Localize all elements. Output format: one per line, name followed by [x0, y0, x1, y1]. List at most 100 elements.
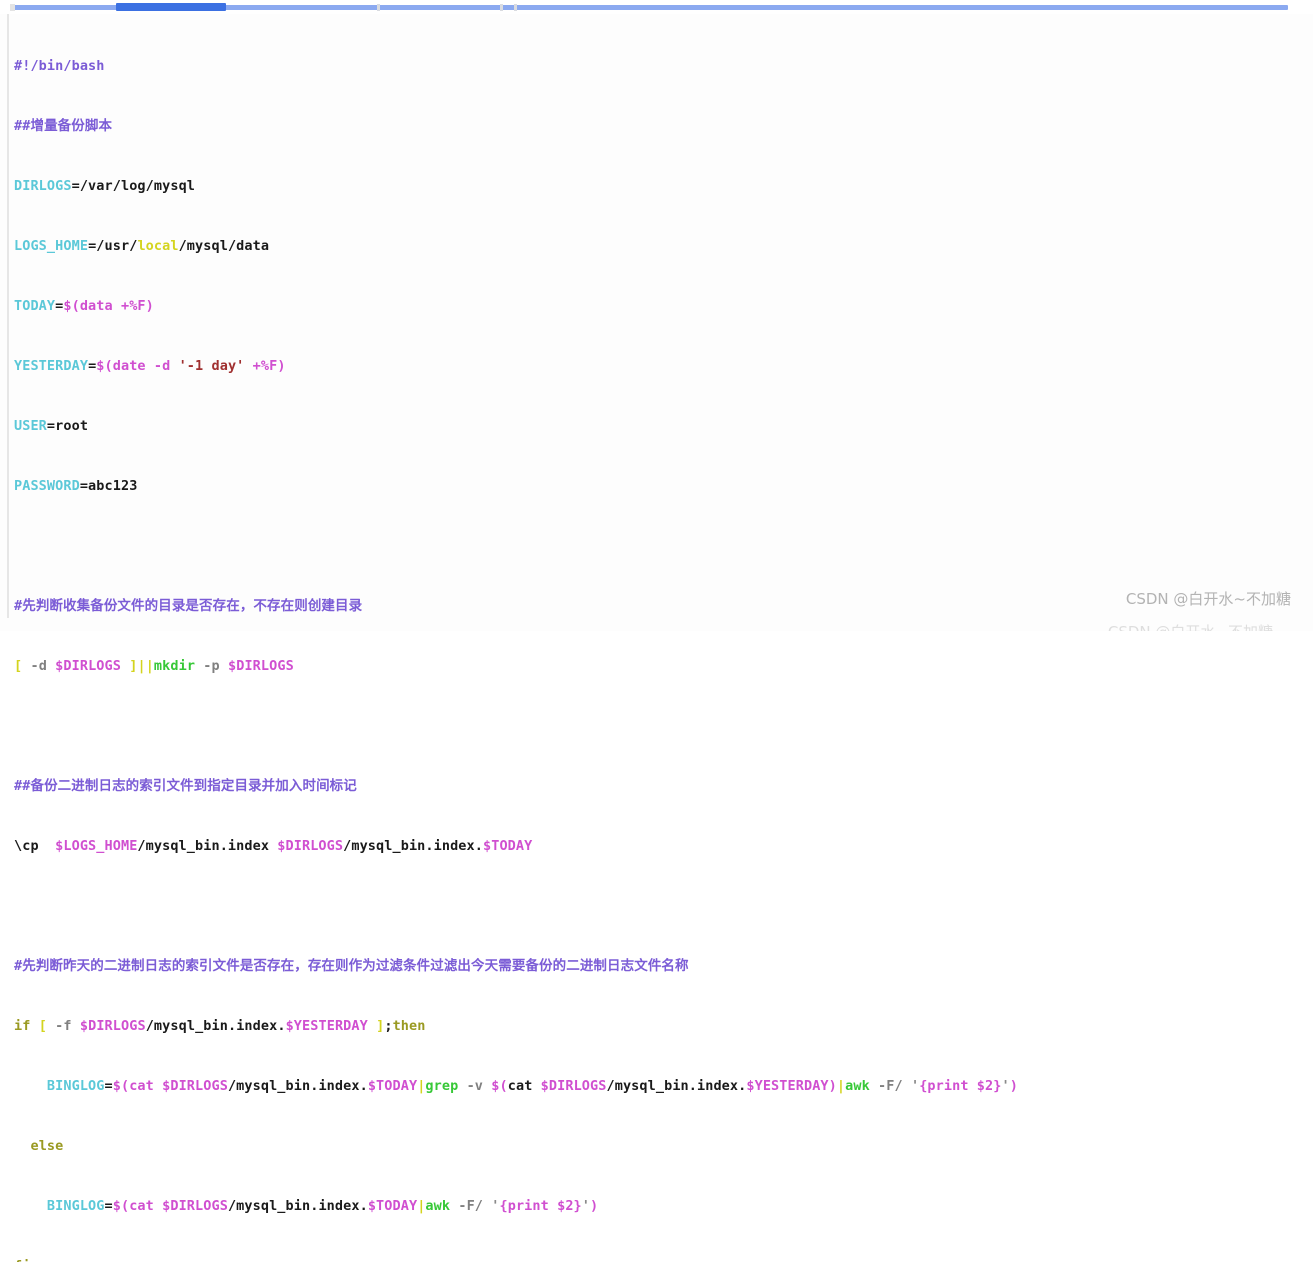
- gutter-divider: [7, 14, 9, 618]
- code-token-comment: #!/bin/bash: [14, 58, 105, 74]
- code-token-expansion: $DIRLOGS: [277, 838, 343, 854]
- code-token-variable: BINGLOG: [47, 1198, 105, 1214]
- code-token-plain: [14, 1078, 47, 1094]
- code-token-flag: -p: [203, 658, 219, 674]
- code-token-highlight: local: [137, 238, 178, 254]
- code-token-plain: /mysql_bin.index.: [146, 1018, 286, 1034]
- scrollbar-tick-mark: [377, 4, 380, 11]
- bash-script-code[interactable]: #!/bin/bash ##增量备份脚本 DIRLOGS=/var/log/my…: [14, 16, 1018, 1262]
- code-token-plain: [903, 1078, 911, 1094]
- code-token-plain: [450, 1198, 458, 1214]
- code-token-plain: [368, 1018, 376, 1034]
- code-token-command: grep: [425, 1078, 458, 1094]
- code-token-expansion: $TODAY: [368, 1078, 417, 1094]
- scrollbar-track-left-cap: [10, 4, 15, 11]
- code-token-expansion: $DIRLOGS: [80, 1018, 146, 1034]
- code-token-quote: ': [1001, 1078, 1009, 1094]
- code-token-pipe: |: [417, 1078, 425, 1094]
- code-token-command: mkdir: [154, 658, 195, 674]
- code-token-plain: [483, 1198, 491, 1214]
- code-token-plain: [121, 658, 129, 674]
- code-token-keyword: fi: [14, 1258, 30, 1262]
- code-line: YESTERDAY=$(date -d '-1 day' +%F): [14, 356, 1018, 376]
- code-token-plain: ;: [384, 1018, 392, 1034]
- code-token-plain: /mysql_bin.index: [137, 838, 277, 854]
- code-line: BINGLOG=$(cat $DIRLOGS/mysql_bin.index.$…: [14, 1076, 1018, 1096]
- code-token-flag: -F/: [878, 1078, 903, 1094]
- code-token-variable: LOGS_HOME: [14, 238, 88, 254]
- code-token-expansion: $(date -d: [96, 358, 178, 374]
- code-token-comment: #: [14, 598, 22, 614]
- code-token-variable: YESTERDAY: [14, 358, 88, 374]
- code-token-flag: -d: [30, 658, 46, 674]
- code-token-pipe: |: [837, 1078, 845, 1094]
- code-token-plain: =: [105, 1198, 113, 1214]
- code-token-variable: TODAY: [14, 298, 55, 314]
- code-token-expansion: $(cat $DIRLOGS: [113, 1198, 228, 1214]
- code-line: DIRLOGS=/var/log/mysql: [14, 176, 1018, 196]
- code-token-expansion: $YESTERDAY): [746, 1078, 837, 1094]
- code-token-keyword: if: [14, 1018, 30, 1034]
- code-token-comment: ##: [14, 778, 30, 794]
- code-line: BINGLOG=$(cat $DIRLOGS/mysql_bin.index.$…: [14, 1196, 1018, 1216]
- code-token-expansion: $DIRLOGS: [55, 658, 121, 674]
- code-token-plain: [14, 1138, 30, 1154]
- code-token-command: awk: [845, 1078, 870, 1094]
- code-token-variable: PASSWORD: [14, 478, 80, 494]
- code-line: TODAY=$(data +%F): [14, 296, 1018, 316]
- code-line: \cp $LOGS_HOME/mysql_bin.index $DIRLOGS/…: [14, 836, 1018, 856]
- code-editor-pane[interactable]: #!/bin/bash ##增量备份脚本 DIRLOGS=/var/log/my…: [0, 14, 1313, 631]
- code-token-awk-program: {print $2}: [500, 1198, 582, 1214]
- code-token-plain: [22, 658, 30, 674]
- code-token-plain: =: [105, 1078, 113, 1094]
- code-token-string: '-1 day': [179, 358, 245, 374]
- code-token-pipe: |: [417, 1198, 425, 1214]
- code-line: if [ -f $DIRLOGS/mysql_bin.index.$YESTER…: [14, 1016, 1018, 1036]
- code-token-plain: /mysql_bin.index.: [228, 1198, 368, 1214]
- code-token-awk-program: {print $2}: [919, 1078, 1001, 1094]
- code-token-keyword: then: [393, 1018, 426, 1034]
- code-line-blank: [14, 896, 1018, 916]
- horizontal-scrollbar[interactable]: [0, 0, 1313, 14]
- code-token-plain: =/var/: [72, 178, 121, 194]
- code-token-plain: /mysql_bin.index.: [228, 1078, 368, 1094]
- code-line: #先判断收集备份文件的目录是否存在，不存在则创建目录: [14, 596, 1018, 616]
- scrollbar-thumb[interactable]: [116, 3, 226, 11]
- code-token-bracket: ]||: [129, 658, 154, 674]
- code-token-comment-cjk: 增量备份脚本: [30, 118, 112, 134]
- code-token-comment-cjk: 备份二进制日志的索引文件到指定目录并加入时间标记: [30, 778, 356, 794]
- code-token-comment-cjk: 先判断收集备份文件的目录是否存在，不存在则创建目录: [22, 598, 362, 614]
- code-line: fi: [14, 1256, 1018, 1262]
- code-line: LOGS_HOME=/usr/local/mysql/data: [14, 236, 1018, 256]
- code-token-plain: =/usr/: [88, 238, 137, 254]
- csdn-watermark: CSDN @白开水~不加糖: [1126, 588, 1291, 609]
- code-token-plain: [30, 1018, 38, 1034]
- code-token-plain: \cp: [14, 838, 55, 854]
- code-token-expansion: ): [1010, 1078, 1018, 1094]
- code-token-flag: -F/: [458, 1198, 483, 1214]
- code-token-expansion: $LOGS_HOME: [55, 838, 137, 854]
- code-token-expansion: $TODAY: [483, 838, 532, 854]
- code-line: ##备份二进制日志的索引文件到指定目录并加入时间标记: [14, 776, 1018, 796]
- code-token-plain: =abc123: [80, 478, 138, 494]
- code-token-variable: USER: [14, 418, 47, 434]
- code-token-keyword: else: [30, 1138, 63, 1154]
- code-line: PASSWORD=abc123: [14, 476, 1018, 496]
- code-token-plain: [47, 1018, 55, 1034]
- code-token-bracket: ]: [376, 1018, 384, 1034]
- code-token-quote: ': [582, 1198, 590, 1214]
- code-token-plain: /mysql: [146, 178, 195, 194]
- code-token-expansion: $DIRLOGS: [228, 658, 294, 674]
- code-token-comment-cjk: 先判断昨天的二进制日志的索引文件是否存在，存在则作为过滤条件过滤出今天需要备份的…: [22, 958, 688, 974]
- code-line: ##增量备份脚本: [14, 116, 1018, 136]
- code-token-flag: -v: [467, 1078, 483, 1094]
- code-token-expansion: $(data +%F): [63, 298, 154, 314]
- code-token-plain: log: [121, 178, 146, 194]
- code-token-expansion: +%F): [244, 358, 285, 374]
- code-line-blank: [14, 536, 1018, 556]
- code-token-expansion: $(: [491, 1078, 507, 1094]
- code-token-comment: #: [14, 958, 22, 974]
- code-line: #先判断昨天的二进制日志的索引文件是否存在，存在则作为过滤条件过滤出今天需要备份…: [14, 956, 1018, 976]
- code-line-blank: [14, 716, 1018, 736]
- code-token-comment: ##: [14, 118, 30, 134]
